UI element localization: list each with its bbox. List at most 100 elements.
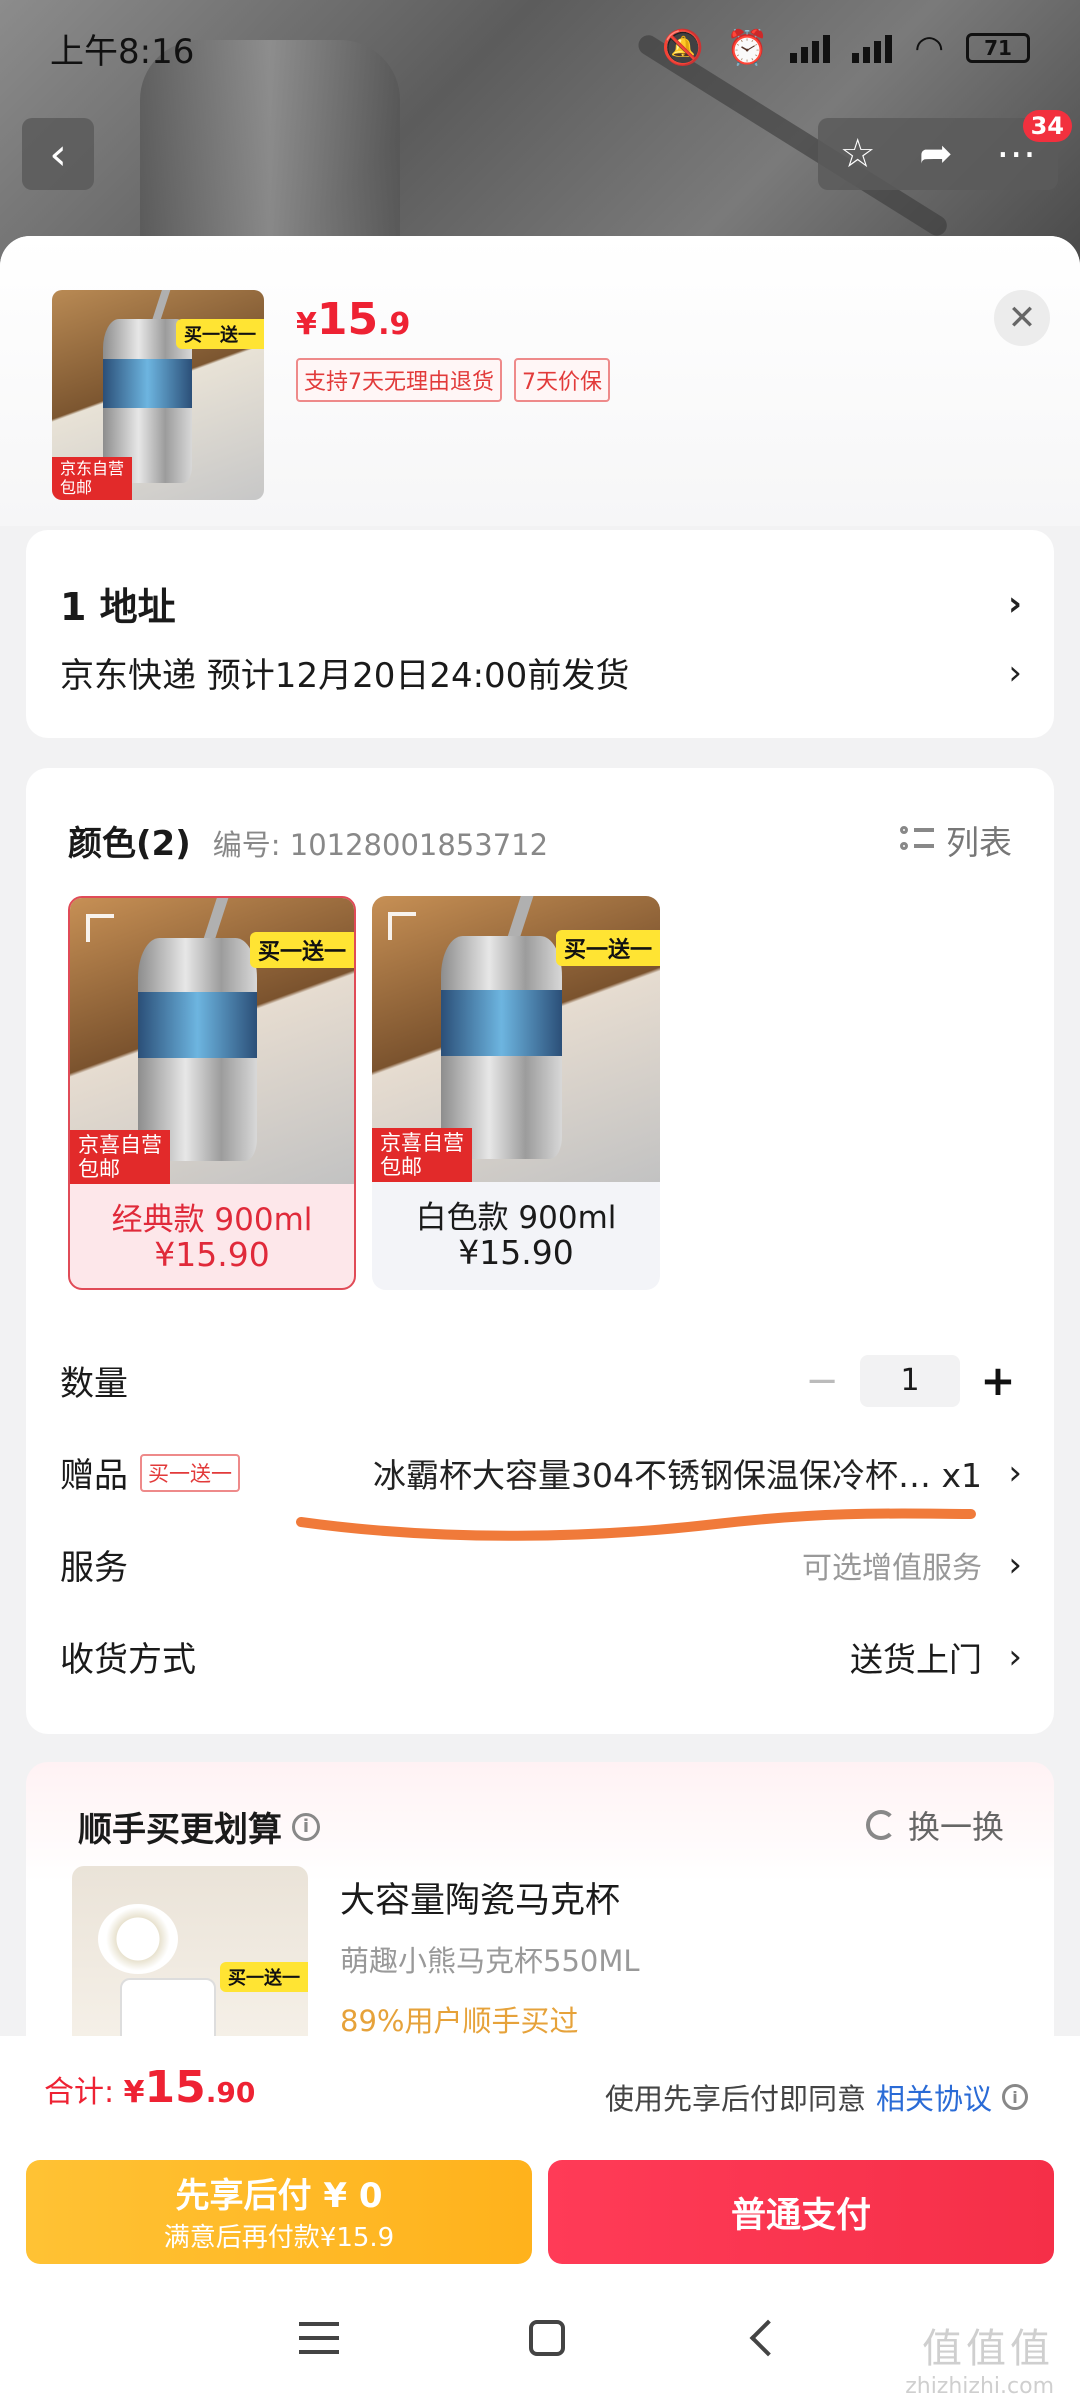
status-bar: 上午8:16 🔕 ⏰ ◠ 71	[0, 0, 1080, 96]
list-label: 列表	[946, 823, 1012, 862]
quantity-row: 数量 − 1 +	[60, 1354, 1022, 1407]
gift-promo-tag: 买一送一	[140, 1453, 240, 1492]
quantity-input[interactable]: 1	[860, 1354, 960, 1407]
chevron-right-icon: ›	[1008, 1452, 1022, 1493]
price-integer: 15	[316, 294, 379, 345]
silent-icon: 🔕	[661, 28, 704, 68]
variant-name: 白色款 900ml	[415, 1200, 617, 1236]
chevron-right-icon: ›	[1008, 652, 1022, 693]
return-policy-chip: 支持7天无理由退货	[296, 358, 502, 402]
chevron-right-icon: ›	[1007, 583, 1022, 624]
self-operated-tag: 京喜自营 包邮	[70, 1129, 170, 1184]
recommended-item-stat: 89%用户顺手买过	[340, 2004, 579, 2036]
expand-icon[interactable]	[86, 914, 114, 942]
message-badge: 34	[1022, 110, 1072, 142]
address-text: 1 地址	[60, 585, 176, 629]
total-currency: ¥	[123, 2075, 145, 2110]
promo-tag: 买一送一	[555, 930, 660, 967]
self-tag-line2: 包邮	[78, 1156, 120, 1181]
increase-button[interactable]: +	[974, 1356, 1022, 1405]
wifi-icon: ◠	[914, 28, 944, 68]
normal-pay-button[interactable]: 普通支付	[548, 2160, 1054, 2264]
gift-item-name: 冰霸杯大容量304不锈钢保温保冷杯… x1	[372, 1455, 982, 1495]
recommendation-title-text: 顺手买更划算	[78, 1810, 282, 1850]
orange-scribble-annotation	[296, 1508, 976, 1541]
normal-pay-label: 普通支付	[730, 2195, 871, 2236]
delivery-label: 收货方式	[60, 1640, 196, 1680]
promo-tag: 买一送一	[220, 1962, 308, 1992]
refresh-icon	[865, 1810, 896, 1840]
mug-shape	[120, 1978, 216, 2036]
back-button[interactable]: ‹	[22, 118, 94, 190]
recommendation-title: 顺手买更划算 i	[78, 1802, 320, 1851]
menu-icon[interactable]	[299, 2322, 339, 2354]
home-icon[interactable]	[529, 2320, 565, 2356]
spec-header: 颜色(2) 编号: 10128001853712	[68, 816, 548, 865]
favorite-star-icon[interactable]: ☆	[840, 131, 876, 177]
watermark-logo: 值值值	[922, 2326, 1054, 2372]
recommended-item-name[interactable]: 大容量陶瓷马克杯	[340, 1872, 620, 1923]
self-operated-tag: 京东自营 包邮	[52, 457, 133, 500]
total-label: 合计:	[44, 2075, 124, 2110]
recommended-item-image[interactable]: 买一送一	[72, 1866, 308, 2036]
agreement-text: 使用先享后付即同意	[604, 2082, 866, 2116]
self-tag-line2: 包邮	[60, 477, 93, 497]
total-decimal: .90	[205, 2076, 256, 2109]
chevron-right-icon: ›	[1008, 1636, 1022, 1677]
close-button[interactable]: ✕	[994, 290, 1050, 346]
gift-label: 赠品	[60, 1456, 128, 1496]
product-code: 编号: 10128001853712	[212, 828, 549, 862]
pay-later-button[interactable]: 先享后付 ¥ 0 满意后再付款¥15.9	[26, 2160, 532, 2264]
close-icon: ✕	[1007, 298, 1037, 338]
chevron-left-icon: ‹	[49, 128, 67, 180]
total-integer: 15	[144, 2062, 206, 2113]
delivery-value: 送货上门	[850, 1639, 982, 1679]
top-nav: ‹ ☆ ➦ ⋯ 34	[22, 110, 1072, 194]
list-view-toggle[interactable]: 列表	[900, 816, 1012, 864]
agreement-notice: 使用先享后付即同意 相关协议 i	[605, 2076, 1028, 2118]
decrease-button[interactable]: −	[798, 1358, 846, 1404]
promo-tag: 买一送一	[176, 319, 264, 350]
service-value: 可选增值服务	[802, 1550, 982, 1586]
delivery-method-row[interactable]: 收货方式 送货上门 ›	[60, 1632, 1022, 1681]
price-protect-chip: 7天价保	[514, 358, 610, 402]
signal-icon-2	[852, 33, 893, 63]
quantity-stepper: − 1 +	[798, 1354, 1022, 1407]
color-title: 颜色(2)	[68, 824, 191, 864]
expand-icon[interactable]	[388, 912, 416, 940]
variant-image: 买一送一 京喜自营 包邮	[70, 898, 354, 1184]
quantity-label: 数量	[60, 1364, 128, 1404]
self-operated-tag: 京喜自营 包邮	[372, 1127, 472, 1182]
variant-option-classic[interactable]: 买一送一 京喜自营 包邮 经典款 900ml ¥15.90	[68, 896, 356, 1290]
promo-tag: 买一送一	[249, 932, 354, 969]
self-tag-line1: 京喜自营	[380, 1130, 464, 1155]
gift-row[interactable]: 赠品 买一送一 冰霸杯大容量304不锈钢保温保冷杯… x1 ›	[60, 1448, 1022, 1497]
self-tag-line1: 京喜自营	[78, 1132, 162, 1157]
variant-option-white[interactable]: 买一送一 京喜自营 包邮 白色款 900ml ¥15.90	[372, 896, 660, 1290]
alarm-icon: ⏰	[725, 28, 769, 68]
back-icon[interactable]	[749, 2319, 787, 2357]
recommended-item-subtitle: 萌趣小熊马克杯550ML	[340, 1944, 640, 1978]
chevron-right-icon: ›	[1008, 1544, 1022, 1585]
shipping-row[interactable]: 京东快递 预计12月20日24:00前发货 ›	[60, 648, 1022, 697]
list-icon	[900, 824, 934, 856]
info-icon[interactable]: i	[292, 1812, 320, 1841]
shipping-estimate: 京东快递 预计12月20日24:00前发货	[60, 656, 630, 696]
price-currency: ¥	[296, 307, 317, 342]
site-watermark: 值值值 zhizhizhi.com	[905, 2316, 1054, 2399]
info-icon[interactable]: i	[1002, 2084, 1028, 2110]
product-thumbnail[interactable]: 买一送一 京东自营 包邮	[52, 290, 264, 500]
address-card: 1 地址 › 京东快递 预计12月20日24:00前发货 ›	[26, 530, 1054, 738]
variant-image: 买一送一 京喜自营 包邮	[372, 896, 660, 1182]
sku-selector-sheet: 买一送一 京东自营 包邮 ¥15.9 支持7天无理由退货 7天价保 ✕ 1 地址…	[0, 236, 1080, 2036]
recommendation-card: 顺手买更划算 i 换一换 买一送一 大容量陶瓷马克杯 萌趣小熊马克杯550ML …	[26, 1762, 1054, 2036]
checkout-bar: 合计: ¥15.90 使用先享后付即同意 相关协议 i 先享后付 ¥ 0 满意后再…	[0, 2036, 1080, 2276]
agreement-link[interactable]: 相关协议	[876, 2076, 992, 2118]
service-label: 服务	[60, 1548, 128, 1588]
price-decimal: .9	[378, 307, 411, 342]
refresh-button[interactable]: 换一换	[865, 1802, 1004, 1848]
share-icon[interactable]: ➦	[919, 131, 953, 177]
address-row[interactable]: 1 地址 ›	[60, 576, 1022, 631]
status-time: 上午8:16	[50, 31, 195, 72]
service-row[interactable]: 服务 可选增值服务 ›	[60, 1540, 1022, 1589]
